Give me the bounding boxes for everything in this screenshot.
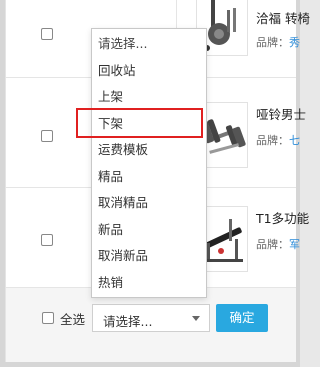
select-current-value: 请选择... [103,314,153,329]
chevron-down-icon [192,316,200,321]
brand-link[interactable]: 秀 [289,36,300,49]
product-name[interactable]: 哑铃男士 [256,104,306,123]
batch-action-dropdown: 请选择... 回收站 上架 下架 运费模板 精品 取消精品 新品 取消新品 热销 [91,28,207,298]
product-name[interactable]: T1多功能 [256,208,309,227]
row-checkbox[interactable] [41,234,53,246]
batch-action-select[interactable]: 请选择... [92,304,210,332]
confirm-button[interactable]: 确定 [216,304,268,332]
select-all-label[interactable]: 全选 [60,309,85,328]
product-brand: 品牌：秀 [256,34,300,50]
product-brand: 品牌：七 [256,132,300,148]
dropdown-option-new[interactable]: 新品 [92,217,206,244]
dropdown-option-hot-sale[interactable]: 热销 [92,270,206,297]
dropdown-option-shipping-template[interactable]: 运费模板 [92,137,206,164]
select-all-checkbox[interactable] [42,312,54,324]
brand-label: 品牌： [256,134,289,147]
product-brand: 品牌：军 [256,236,300,252]
highlight-box [76,108,203,138]
row-checkbox[interactable] [41,28,53,40]
brand-link[interactable]: 七 [289,134,300,147]
dropdown-option-list-on-shelf[interactable]: 上架 [92,84,206,111]
dropdown-option-featured[interactable]: 精品 [92,164,206,191]
brand-link[interactable]: 军 [289,238,300,251]
dropdown-option-recycle-bin[interactable]: 回收站 [92,58,206,85]
dropdown-option-unfeature[interactable]: 取消精品 [92,190,206,217]
page-background: 洽福 转椅 品牌：秀 哑铃男士 品牌：七 T1多功能 品牌：军 全选 请选择..… [0,0,310,367]
dropdown-option-unmark-new[interactable]: 取消新品 [92,243,206,270]
brand-label: 品牌： [256,238,289,251]
batch-action-bar: 全选 请选择... 确定 [6,288,296,362]
brand-label: 品牌： [256,36,289,49]
row-checkbox[interactable] [41,130,53,142]
dropdown-option-placeholder[interactable]: 请选择... [92,31,206,58]
product-name[interactable]: 洽福 转椅 [256,8,310,27]
